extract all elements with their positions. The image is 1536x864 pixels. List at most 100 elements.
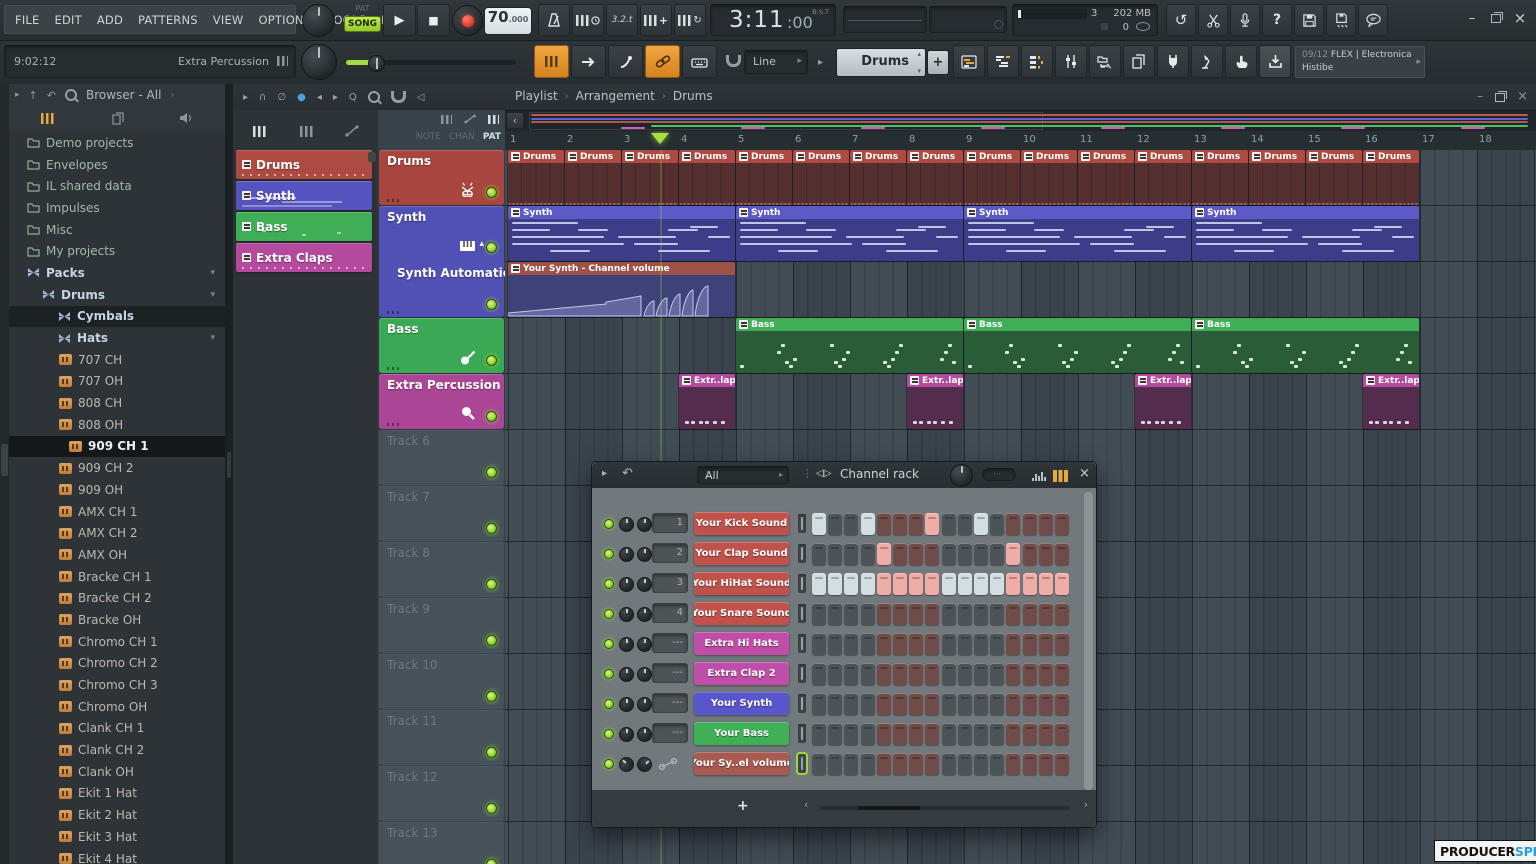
step-4-on[interactable] <box>860 573 875 595</box>
header-tab-audio-icon[interactable] <box>441 114 452 124</box>
channel-button[interactable]: Your Snare Sound <box>694 602 789 625</box>
step-14-on[interactable] <box>1022 573 1037 595</box>
menu-item-add[interactable]: ADD <box>97 13 123 27</box>
browser-item-chromo-oh[interactable]: Chromo OH <box>9 696 225 718</box>
window-close-button[interactable]: × <box>1510 8 1530 28</box>
step-15-off[interactable] <box>1038 693 1053 715</box>
step-2-on[interactable] <box>828 573 843 595</box>
channel-volume-knob[interactable] <box>637 547 652 562</box>
channel-volume-knob[interactable] <box>633 753 656 776</box>
step-11-off[interactable] <box>974 723 988 745</box>
step-3-off[interactable] <box>844 633 859 655</box>
pat-label[interactable]: PAT <box>344 4 381 13</box>
channel-display[interactable]: --- <box>652 693 688 713</box>
step-4-off[interactable] <box>860 663 875 685</box>
step-16-off[interactable] <box>1055 603 1069 625</box>
spinner-down-icon[interactable]: ▾ <box>917 67 921 75</box>
step-10-off[interactable] <box>957 753 972 775</box>
playhead-marker[interactable] <box>651 133 669 144</box>
clip-bass[interactable]: Bass <box>964 318 1191 373</box>
clip-drums[interactable]: Drums <box>850 150 906 205</box>
step-4-off[interactable] <box>860 693 875 715</box>
channel-button[interactable]: Your Sy..el volume <box>694 752 789 775</box>
step-13-off[interactable] <box>1006 693 1021 715</box>
rack-filter-selector[interactable]: All ▸ <box>697 466 789 484</box>
step-10-off[interactable] <box>957 693 972 715</box>
window-minimize-button[interactable]: – <box>1462 8 1482 28</box>
step-5-off[interactable] <box>876 603 891 625</box>
prev-marker-icon[interactable]: ◂ <box>317 92 322 103</box>
browser-view-button[interactable] <box>1089 45 1121 78</box>
browser-item-packs[interactable]: Packs ▾ <box>9 262 225 284</box>
step-9-off[interactable] <box>941 723 956 745</box>
add-steps-button[interactable]: + <box>640 4 672 36</box>
step-11-on[interactable] <box>974 573 988 595</box>
channel-button[interactable]: Extra Hi Hats <box>694 632 789 655</box>
clip-drums[interactable]: Drums <box>508 150 564 205</box>
step-2-off[interactable] <box>828 663 843 685</box>
playlist-minimap[interactable]: ‹ <box>505 111 1536 132</box>
step-3-off[interactable] <box>844 543 859 565</box>
tap-tempo-button[interactable] <box>1191 45 1223 78</box>
step-12-off[interactable] <box>990 753 1005 775</box>
step-8-off[interactable] <box>925 543 940 565</box>
rack-add-channel-button[interactable]: + <box>737 798 749 814</box>
step-14-off[interactable] <box>1022 543 1037 565</box>
slider-thumb[interactable] <box>368 55 385 72</box>
rack-menu-dots-icon[interactable]: ⋮ <box>802 467 813 480</box>
step-16-off[interactable] <box>1055 663 1069 685</box>
mode-tab-pat[interactable]: PAT <box>483 132 501 142</box>
pat-song-toggle[interactable]: PAT SONG <box>344 4 381 37</box>
pattern-selector[interactable]: Drums ▴ ▾ <box>836 48 926 77</box>
step-13-on[interactable] <box>1006 543 1021 565</box>
channel-button[interactable]: Your Synth <box>694 692 789 715</box>
step-5-off[interactable] <box>876 723 891 745</box>
picker-pattern-drums[interactable]: Drums <box>236 150 372 179</box>
step-7-off[interactable] <box>909 693 924 715</box>
step-7-off[interactable] <box>909 513 924 535</box>
rack-close-button[interactable]: × <box>1079 466 1090 481</box>
step-12-off[interactable] <box>990 513 1005 535</box>
step-3-off[interactable] <box>844 513 859 535</box>
track-header-track-7[interactable]: Track 7 <box>379 486 504 541</box>
step-16-off[interactable] <box>1055 513 1069 535</box>
step-8-on[interactable] <box>925 513 940 535</box>
automation-mute-led[interactable] <box>486 299 497 310</box>
step-10-off[interactable] <box>957 513 972 535</box>
step-6-off[interactable] <box>893 663 907 685</box>
channel-pan-knob[interactable] <box>619 547 634 562</box>
channel-pan-knob[interactable] <box>619 727 634 742</box>
step-14-off[interactable] <box>1022 663 1037 685</box>
step-11-on[interactable] <box>974 513 988 535</box>
clip-drums[interactable]: Drums <box>793 150 849 205</box>
track-mute-led[interactable] <box>486 747 497 758</box>
rack-swing-display[interactable]: ⋯ <box>982 468 1016 481</box>
playlist-minimize-button[interactable]: – <box>1477 89 1483 104</box>
step-1-off[interactable] <box>812 693 826 715</box>
step-9-off[interactable] <box>941 603 956 625</box>
master-volume-knob[interactable] <box>301 44 337 80</box>
browser-back-icon[interactable]: ↶ <box>47 89 56 102</box>
spinner-up-icon[interactable]: ▴ <box>917 50 921 58</box>
typing-keyboard-button[interactable] <box>682 45 717 78</box>
step-1-off[interactable] <box>812 753 826 775</box>
browser-item-amx-oh[interactable]: AMX OH <box>9 544 225 566</box>
rack-scrollbar[interactable] <box>820 806 1070 810</box>
step-7-on[interactable] <box>909 573 924 595</box>
track-mute-led[interactable] <box>486 187 497 198</box>
track-mute-led[interactable] <box>486 467 497 478</box>
step-12-off[interactable] <box>990 633 1005 655</box>
rack-play-icon[interactable]: ▸ <box>602 468 607 479</box>
step-5-on[interactable] <box>876 543 891 565</box>
clip-drums[interactable]: Drums <box>679 150 735 205</box>
channel-enable-led[interactable] <box>604 549 614 559</box>
step-8-off[interactable] <box>925 603 940 625</box>
playlist-titlebar[interactable]: ▸ ∩ ∅ ● ◂ ▸ Q ◁ Playlist › Arrangement › Drums – × <box>233 84 1536 111</box>
channel-pan-knob[interactable] <box>615 753 638 776</box>
step-8-off[interactable] <box>925 633 940 655</box>
step-4-off[interactable] <box>860 603 875 625</box>
step-10-off[interactable] <box>957 543 972 565</box>
channel-enable-led[interactable] <box>604 729 614 739</box>
step-9-off[interactable] <box>941 513 956 535</box>
punch-button[interactable] <box>571 45 606 78</box>
